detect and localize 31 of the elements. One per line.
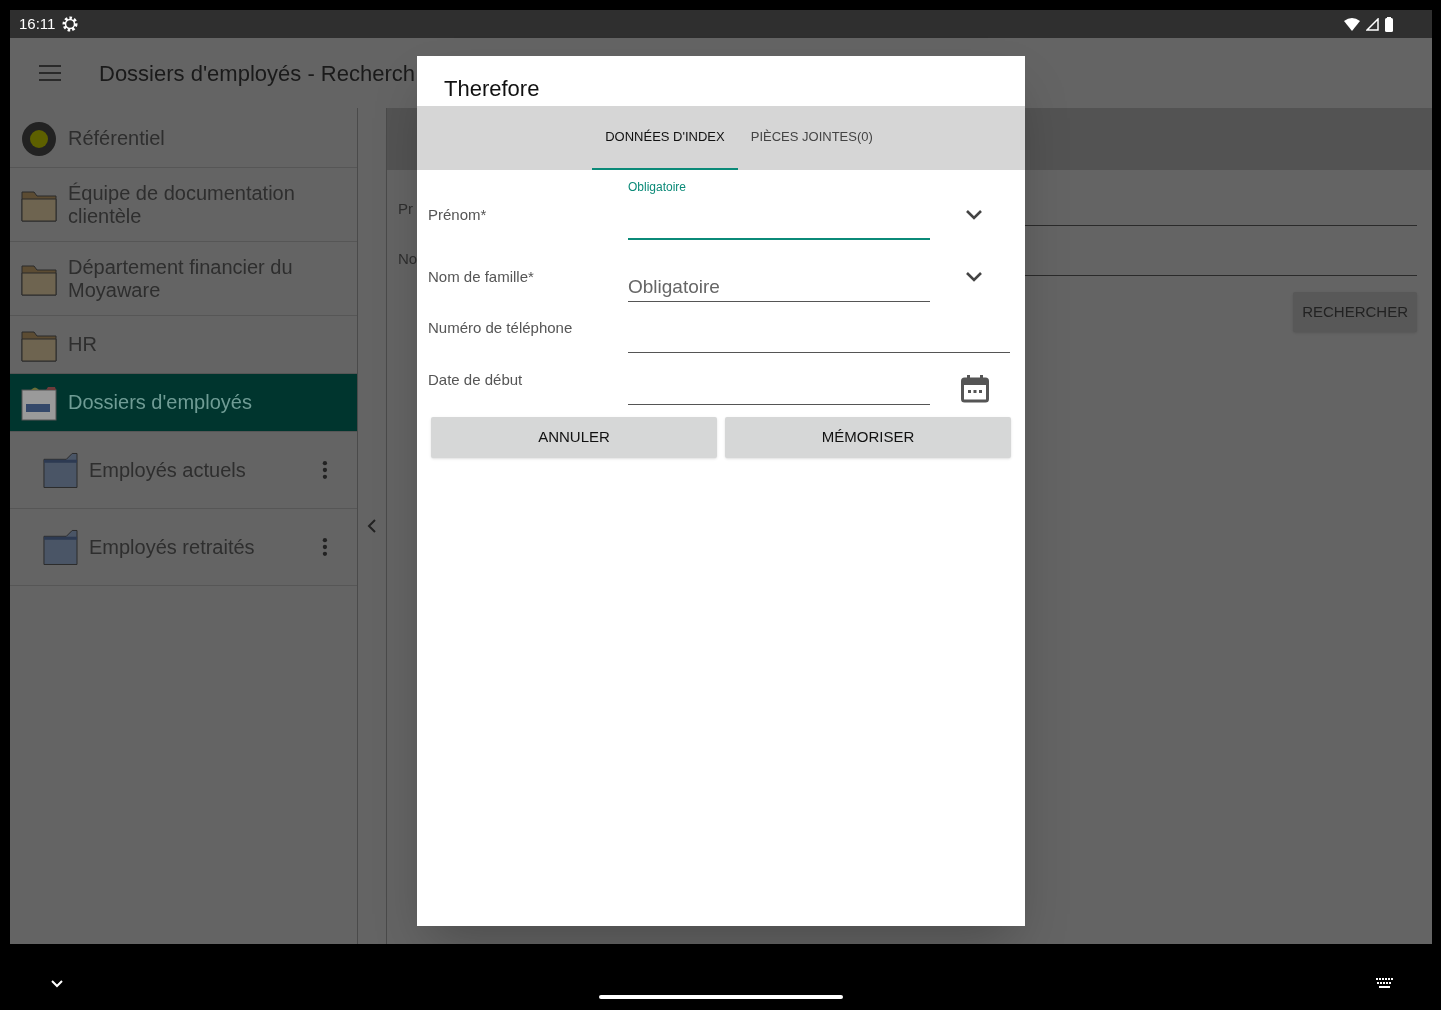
- app-title: Dossiers d'employés - Recherch: [99, 59, 415, 88]
- more-icon[interactable]: [322, 460, 328, 480]
- battery-icon: [1385, 16, 1393, 32]
- clock-time: 16:11: [19, 13, 56, 34]
- field-label: Nom de famille*: [427, 266, 535, 287]
- keyboard-icon[interactable]: [1376, 978, 1393, 989]
- chevron-down-icon[interactable]: [965, 271, 983, 282]
- collapse-chevron-icon[interactable]: [367, 518, 377, 534]
- field-label: Numéro de téléphone: [427, 317, 574, 338]
- tab[interactable]: DONNÉES D'INDEX: [592, 106, 738, 170]
- sidebar-item[interactable]: Dossiers d'employés: [10, 374, 357, 432]
- menu-icon[interactable]: [39, 65, 61, 81]
- wifi-icon: [1344, 17, 1360, 31]
- folder-icon: [43, 451, 78, 489]
- file-cabinet-icon: [21, 384, 57, 421]
- field-label: Prénom*: [427, 204, 488, 225]
- repository-icon: [21, 120, 57, 157]
- field-label: Date de début: [427, 369, 524, 390]
- home-handle[interactable]: [599, 995, 843, 999]
- signal-icon: [1366, 17, 1379, 31]
- gear-icon: [61, 15, 80, 33]
- calendar-icon[interactable]: [961, 375, 989, 403]
- dialog-button[interactable]: MÉMORISER: [725, 417, 1011, 458]
- dropdown-field[interactable]: Obligatoire: [628, 272, 930, 302]
- floating-label: Obligatoire: [628, 179, 688, 196]
- chevron-down-icon[interactable]: [965, 209, 983, 220]
- more-icon[interactable]: [322, 537, 328, 557]
- dialog-title: Therefore: [444, 75, 540, 103]
- dialog-button[interactable]: ANNULER: [431, 417, 717, 458]
- tab[interactable]: PIÈCES JOINTES(0): [737, 106, 886, 170]
- folder-icon: [43, 528, 78, 566]
